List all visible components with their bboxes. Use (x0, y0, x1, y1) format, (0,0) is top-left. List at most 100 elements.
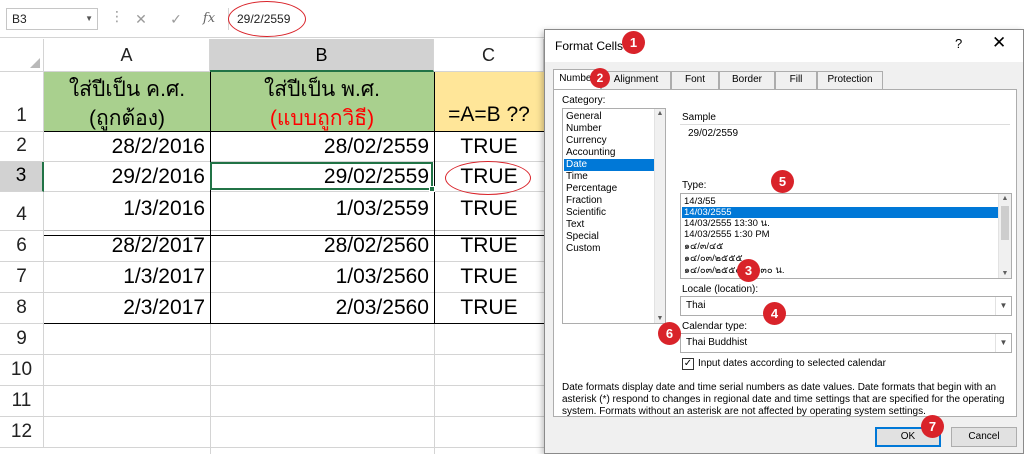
input-dates-label[interactable]: Input dates according to selected calend… (698, 358, 886, 369)
description-text: Date formats display date and time seria… (562, 382, 1005, 417)
type-label: Type: (682, 180, 707, 191)
cell-b8[interactable]: 2/03/2560 (210, 296, 429, 320)
cell-c6[interactable]: TRUE (434, 234, 544, 258)
row-header-8[interactable]: 8 (0, 293, 44, 324)
row-header-6[interactable]: 6 (0, 231, 44, 262)
header-b-line2: (แบบถูกวิธี) (269, 107, 375, 130)
type-item[interactable]: ๑๔/๐๓/๒๕๕๕ ๑๓:๓๐ น. (682, 265, 998, 276)
drag-handle-icon[interactable]: ⋮ (110, 8, 124, 25)
category-item-selected[interactable]: Date (564, 159, 654, 171)
name-box-value: B3 (12, 12, 27, 26)
row-header-4[interactable]: 4 (0, 192, 44, 231)
dialog-titlebar[interactable]: Format Cells ? ✕ (545, 30, 1023, 62)
gridline (44, 261, 544, 262)
scroll-down-icon[interactable]: ▼ (655, 315, 665, 322)
sample-label: Sample (682, 112, 716, 123)
type-scrollbar[interactable]: ▲ ▼ (998, 194, 1011, 278)
cell-a8[interactable]: 2/3/2017 (44, 296, 205, 320)
marker-1: 1 (622, 31, 645, 54)
row-header-12[interactable]: 12 (0, 417, 44, 448)
locale-select[interactable]: Thai ▼ (680, 296, 1012, 316)
annotation-ellipse (445, 161, 531, 195)
insert-function-icon[interactable]: fx (198, 8, 220, 30)
category-item[interactable]: Accounting (564, 147, 654, 159)
chevron-down-icon[interactable]: ▼ (995, 334, 1011, 352)
header-c: =A=B ?? (448, 103, 530, 126)
select-all-corner[interactable] (0, 39, 44, 72)
type-list[interactable]: 14/3/55 14/03/2555 14/03/2555 13:30 น. 1… (680, 193, 1012, 279)
category-item[interactable]: Scientific (564, 207, 654, 219)
cell-a3[interactable]: 29/2/2016 (44, 165, 205, 189)
type-item[interactable]: 14/3/55 (682, 196, 998, 207)
cell-a7[interactable]: 1/3/2017 (44, 265, 205, 289)
type-item[interactable]: ๑๔/๓/๔๕ (682, 241, 998, 252)
locale-value: Thai (686, 300, 706, 311)
cell-c7[interactable]: TRUE (434, 265, 544, 289)
cell-b6[interactable]: 28/02/2560 (210, 234, 429, 258)
active-cell-border (210, 162, 435, 192)
column-header-b[interactable]: B (210, 39, 434, 72)
scroll-down-icon[interactable]: ▼ (999, 270, 1011, 277)
chevron-down-icon[interactable]: ▼ (85, 9, 93, 29)
tab-alignment[interactable]: Alignment (601, 71, 671, 89)
category-item[interactable]: Currency (564, 135, 654, 147)
cell-b7[interactable]: 1/03/2560 (210, 265, 429, 289)
cell-a2[interactable]: 28/2/2016 (44, 135, 205, 159)
marker-6: 6 (658, 322, 681, 345)
cell-c4[interactable]: TRUE (434, 197, 544, 221)
row-header-11[interactable]: 11 (0, 386, 44, 417)
category-list[interactable]: General Number Currency Accounting Date … (562, 108, 666, 324)
row-header-1[interactable]: 1 (0, 72, 44, 132)
category-item[interactable]: Percentage (564, 183, 654, 195)
gridline (44, 292, 544, 293)
row-header-7[interactable]: 7 (0, 262, 44, 293)
cell-c2[interactable]: TRUE (434, 135, 544, 159)
help-icon[interactable]: ? (955, 36, 962, 51)
column-header-c[interactable]: C (434, 39, 544, 72)
fill-handle[interactable] (429, 186, 435, 192)
cell-a6[interactable]: 28/2/2017 (44, 234, 205, 258)
cancel-button[interactable]: Cancel (951, 427, 1017, 447)
tab-protection[interactable]: Protection (817, 71, 883, 89)
tab-fill[interactable]: Fill (775, 71, 817, 89)
category-item[interactable]: Fraction (564, 195, 654, 207)
gridline (434, 324, 435, 454)
name-box[interactable]: B3 ▼ (6, 8, 98, 30)
row-header-9[interactable]: 9 (0, 324, 44, 355)
category-item[interactable]: Time (564, 171, 654, 183)
tab-font[interactable]: Font (671, 71, 719, 89)
column-header-a[interactable]: A (44, 39, 210, 72)
chevron-down-icon[interactable]: ▼ (995, 297, 1011, 315)
row-header-3[interactable]: 3 (0, 162, 44, 192)
category-item[interactable]: General (564, 111, 654, 123)
type-item[interactable]: 14/03/2555 13:30 น. (682, 218, 998, 229)
locale-label: Locale (location): (682, 284, 759, 295)
row-header-10[interactable]: 10 (0, 355, 44, 386)
category-item[interactable]: Number (564, 123, 654, 135)
close-icon[interactable]: ✕ (992, 33, 1006, 53)
spreadsheet-grid: A B C 1 2 3 4 6 7 8 9 10 11 12 ใส่ปีเป็น… (0, 39, 545, 454)
gridline (44, 354, 544, 355)
cell-b2[interactable]: 28/02/2559 (210, 135, 429, 159)
scroll-thumb[interactable] (1001, 206, 1009, 240)
header-a-line2: (ถูกต้อง) (89, 107, 165, 130)
scroll-up-icon[interactable]: ▲ (655, 110, 665, 117)
category-item[interactable]: Custom (564, 243, 654, 255)
cancel-icon[interactable]: ✕ (130, 8, 152, 30)
cell-c8[interactable]: TRUE (434, 296, 544, 320)
format-cells-dialog: Format Cells ? ✕ Number Alignment Font B… (544, 29, 1024, 454)
cell-b4[interactable]: 1/03/2559 (210, 197, 429, 221)
category-scrollbar[interactable]: ▲ ▼ (654, 109, 665, 323)
category-item[interactable]: Special (564, 231, 654, 243)
input-dates-checkbox[interactable]: ✓ (682, 358, 694, 370)
row-header-2[interactable]: 2 (0, 132, 44, 162)
category-item[interactable]: Text (564, 219, 654, 231)
type-item-selected[interactable]: 14/03/2555 (682, 207, 998, 218)
type-item[interactable]: ๑๔/๐๓/๒๕๕๕ (682, 253, 998, 264)
scroll-up-icon[interactable]: ▲ (999, 195, 1011, 202)
type-item[interactable]: 14/03/2555 1:30 PM (682, 229, 998, 240)
calendar-select[interactable]: Thai Buddhist ▼ (680, 333, 1012, 353)
cell-a4[interactable]: 1/3/2016 (44, 197, 205, 221)
check-icon[interactable]: ✓ (165, 8, 187, 30)
tab-border[interactable]: Border (719, 71, 775, 89)
